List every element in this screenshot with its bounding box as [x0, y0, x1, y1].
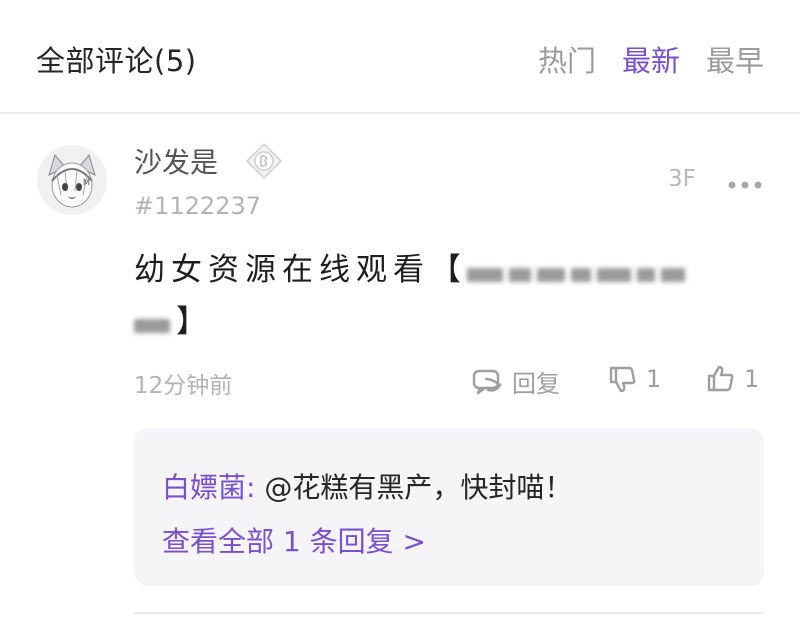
- comment-user-id: #1122237: [134, 192, 261, 220]
- redacted-link-continued: [134, 298, 176, 348]
- avatar[interactable]: M: [37, 145, 107, 215]
- comment-timestamp: 12分钟前: [134, 373, 233, 399]
- reply-text: @花糕有黑产，快封喵！: [255, 471, 573, 504]
- like-button[interactable]: 1: [706, 364, 759, 394]
- tab-newest[interactable]: 最新: [622, 38, 680, 80]
- comment-text-prefix: 幼女资源在线观看【: [134, 252, 467, 288]
- more-icon[interactable]: [727, 176, 763, 189]
- like-count: 1: [744, 365, 760, 393]
- badge-icon: [245, 142, 283, 180]
- comments-count-title: 全部评论(5): [36, 44, 197, 78]
- reply-preview-box: 白嫖菌: @花糕有黑产，快封喵！ 查看全部 1 条回复 >: [134, 428, 764, 586]
- reply-preview[interactable]: 白嫖菌: @花糕有黑产，快封喵！: [162, 466, 572, 506]
- comment-username[interactable]: 沙发是: [134, 141, 218, 181]
- floor-number: 3F: [668, 166, 696, 192]
- like-icon: [706, 364, 736, 394]
- reply-button[interactable]: 回复: [472, 364, 560, 399]
- svg-text:M: M: [83, 178, 90, 187]
- dislike-count: 1: [646, 365, 662, 393]
- comment-divider: [134, 612, 764, 614]
- reply-label: 回复: [512, 370, 560, 398]
- tab-hot[interactable]: 热门: [538, 38, 596, 80]
- dislike-icon: [608, 364, 638, 394]
- tab-oldest[interactable]: 最早: [706, 38, 764, 80]
- reply-icon: [472, 368, 504, 396]
- reply-author[interactable]: 白嫖菌:: [162, 471, 255, 504]
- comment-text-suffix: 】: [176, 303, 213, 340]
- comment-body: 幼女资源在线观看【】: [134, 245, 774, 348]
- header-divider: [0, 112, 800, 114]
- redacted-link: [467, 247, 691, 297]
- view-all-replies-link[interactable]: 查看全部 1 条回复 >: [162, 520, 426, 560]
- comments-header: 全部评论(5) 热门 最新 最早: [0, 0, 800, 114]
- dislike-button[interactable]: 1: [608, 364, 661, 394]
- sort-tabs: 热门 最新 最早: [538, 38, 764, 80]
